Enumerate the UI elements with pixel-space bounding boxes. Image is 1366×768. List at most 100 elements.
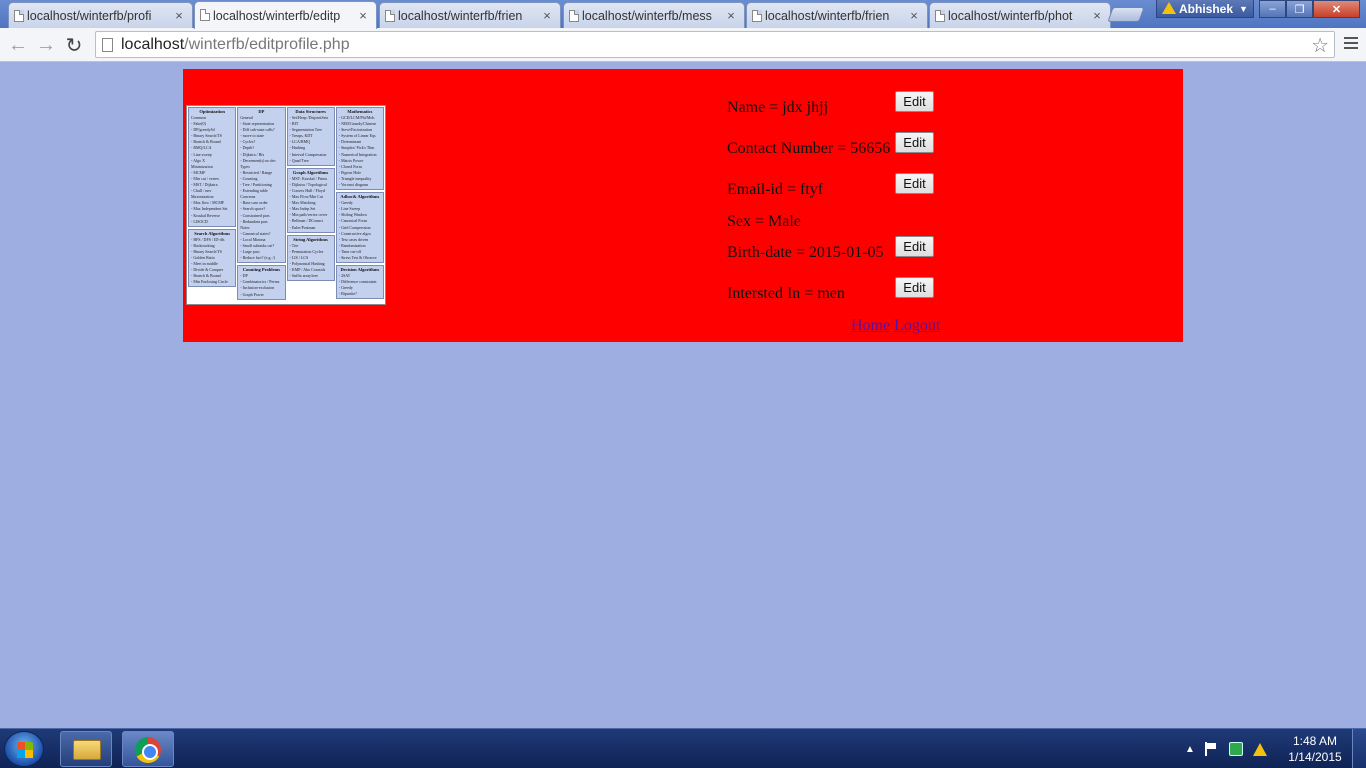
cheatsheet-section: Optimization Common - Fake(0) - DP/greedy/b… xyxy=(188,107,237,227)
clock-time: 1:48 AM xyxy=(1292,734,1338,748)
show-desktop-button[interactable] xyxy=(1352,729,1366,768)
cheatsheet-column: Mathematics - GCD/LCM/Phi/Mob - NIM/Grundy… xyxy=(335,107,384,303)
edit-birthdate-button[interactable]: Edit xyxy=(895,236,934,257)
taskbar: ▲ 1:48 AM 1/14/2015 xyxy=(0,728,1366,768)
cheatsheet-section: Graph Algorithms - MST: Kruskal / Prims - … xyxy=(286,167,335,233)
tab-messages[interactable]: localhost/winterfb/mess × xyxy=(563,2,745,28)
tab-friends[interactable]: localhost/winterfb/frien × xyxy=(379,2,561,28)
menu-icon[interactable] xyxy=(1344,37,1358,52)
email-field: Email-id = ftyf xyxy=(727,181,824,198)
chrome-taskbar-button[interactable] xyxy=(122,731,174,767)
cheatsheet-image: Optimization Common - Fake(0) - DP/greedy/b… xyxy=(186,105,386,305)
forward-arrow-icon[interactable]: → xyxy=(34,33,58,57)
tab-label: localhost/winterfb/editp xyxy=(213,8,341,23)
page-icon xyxy=(569,10,579,22)
clock[interactable]: 1:48 AM 1/14/2015 xyxy=(1284,733,1346,765)
edit-name-button[interactable]: Edit xyxy=(895,91,934,112)
new-tab-button[interactable] xyxy=(1107,7,1145,22)
system-tray: ▲ xyxy=(1185,739,1267,759)
cheatsheet-section: Adhoc& Algorithms - Greedy - Line Sweep - S… xyxy=(335,192,384,264)
tab-editprofile[interactable]: localhost/winterfb/editp × xyxy=(194,1,377,29)
network-icon[interactable] xyxy=(1228,742,1243,756)
tab-label: localhost/winterfb/frien xyxy=(398,8,523,23)
tab-label: localhost/winterfb/mess xyxy=(582,8,712,23)
tab-strip: localhost/winterfb/profi × localhost/win… xyxy=(0,0,1366,29)
cheatsheet-line: - Min Enclosing Circle xyxy=(191,279,228,285)
tab-label: localhost/winterfb/frien xyxy=(765,8,890,23)
maximize-button[interactable]: ❐ xyxy=(1286,0,1313,18)
cheatsheet-line: - Euler/Postman xyxy=(289,224,316,230)
cheatsheet-section-title: String Algorithms xyxy=(293,236,328,242)
close-icon[interactable]: × xyxy=(356,8,370,23)
cheatsheet-line: - Voronoi diagram xyxy=(338,182,368,188)
cheatsheet-section: String Algorithms - Trie - Permutation Cyc… xyxy=(286,234,335,282)
close-icon[interactable]: × xyxy=(1090,8,1104,23)
reload-icon[interactable]: ↻ xyxy=(62,33,86,57)
tab-profile[interactable]: localhost/winterfb/profi × xyxy=(8,2,193,28)
power-warning-icon[interactable] xyxy=(1252,742,1267,756)
profile-banner: Optimization Common - Fake(0) - DP/greedy/b… xyxy=(183,69,1183,342)
windows-logo-icon xyxy=(17,742,33,758)
tab-photos[interactable]: localhost/winterfb/phot × xyxy=(929,2,1111,28)
close-icon[interactable]: × xyxy=(724,8,738,23)
cheatsheet-column: Data Structures - Set/Heap /DisjointSets -… xyxy=(286,107,335,303)
cheatsheet-line: - Quad Tree xyxy=(289,157,309,163)
cheatsheet-section: Counting Problems - DP - Combinatorics / P… xyxy=(237,265,286,300)
tab-label: localhost/winterfb/profi xyxy=(27,8,152,23)
page-icon xyxy=(102,38,113,52)
interested-field: Intersted In = men xyxy=(727,285,845,302)
cheatsheet-column: DP General - State representation - Diff su… xyxy=(237,107,286,303)
cheatsheet-section-title: Graph Algorithms xyxy=(292,169,329,175)
birthdate-field: Birth-date = 2015-01-05 xyxy=(727,244,884,261)
cheatsheet-line: - Interval Compression xyxy=(289,151,327,157)
footer-links: Home Logout xyxy=(851,317,940,335)
cheatsheet-line: - Graph Power xyxy=(240,291,264,297)
url-text[interactable]: localhost/winterfb/editprofile.php xyxy=(121,36,350,54)
close-window-button[interactable]: ✕ xyxy=(1313,0,1360,18)
sex-field: Sex = Male xyxy=(727,213,801,230)
address-bar[interactable]: localhost/winterfb/editprofile.php ☆ xyxy=(95,31,1335,58)
close-icon[interactable]: × xyxy=(907,8,921,23)
cheatsheet-section: Data Structures - Set/Heap /DisjointSets -… xyxy=(286,107,335,166)
browser-toolbar: ← → ↻ localhost/winterfb/editprofile.php… xyxy=(0,28,1366,62)
back-arrow-icon[interactable]: ← xyxy=(6,33,30,57)
profile-menu-button[interactable]: Abhishek ▼ xyxy=(1156,0,1254,18)
warning-icon xyxy=(1162,2,1176,14)
user-name: Abhishek xyxy=(1179,1,1234,16)
edit-email-button[interactable]: Edit xyxy=(895,173,934,194)
window-controls: – ❐ ✕ xyxy=(1259,0,1360,18)
show-hidden-icons-icon[interactable]: ▲ xyxy=(1185,744,1195,755)
contact-field: Contact Number = 56656 xyxy=(727,140,891,157)
edit-interested-button[interactable]: Edit xyxy=(895,277,934,298)
cheatsheet-line: - Stress Test & Observe xyxy=(338,254,377,260)
action-center-flag-icon[interactable] xyxy=(1204,742,1219,756)
cheatsheet-line: - MST: Kruskal / Prims xyxy=(289,175,328,181)
tab-label: localhost/winterfb/phot xyxy=(948,8,1073,23)
edit-contact-button[interactable]: Edit xyxy=(895,132,934,153)
cheatsheet-line: - Numerical Integration xyxy=(338,151,377,157)
chevron-down-icon: ▼ xyxy=(1239,3,1248,14)
logout-link[interactable]: Logout xyxy=(894,317,940,334)
cheatsheet-section: DP General - State representation - Diff su… xyxy=(237,107,286,264)
explorer-taskbar-button[interactable] xyxy=(60,731,112,767)
cheatsheet-column: Optimization Common - Fake(0) - DP/greedy/b… xyxy=(188,107,237,303)
cheatsheet-section: Search Algorithms - BFS / DFS / ID-dfs - B… xyxy=(188,228,237,288)
start-button[interactable] xyxy=(4,731,44,767)
folder-icon xyxy=(73,740,101,760)
cheatsheet-line: - Suffix array/tree xyxy=(289,273,319,279)
minimize-button[interactable]: – xyxy=(1259,0,1286,18)
clock-date: 1/14/2015 xyxy=(1288,750,1342,764)
name-field: Name = jdx jhjj xyxy=(727,99,829,116)
tab-friends-2[interactable]: localhost/winterfb/frien × xyxy=(746,2,928,28)
close-icon[interactable]: × xyxy=(172,8,186,23)
close-icon[interactable]: × xyxy=(540,8,554,23)
page-icon xyxy=(752,10,762,22)
page-icon xyxy=(935,10,945,22)
page-icon xyxy=(14,10,24,22)
bookmark-star-icon[interactable]: ☆ xyxy=(1311,33,1329,58)
home-link[interactable]: Home xyxy=(851,317,890,334)
page-icon xyxy=(385,10,395,22)
cheatsheet-section: Decision Algorithms - 2SAT - Difference co… xyxy=(335,265,384,300)
cheatsheet-line: - LISOCD xyxy=(191,218,208,224)
cheatsheet-section-title: Search Algorithms xyxy=(194,230,231,236)
